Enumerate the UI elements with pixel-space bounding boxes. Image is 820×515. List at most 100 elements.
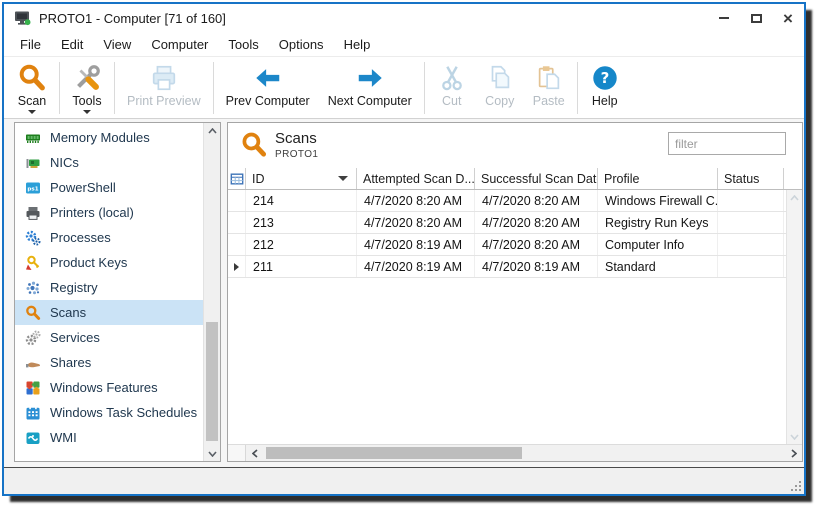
sidebar-item-memory-modules[interactable]: Memory Modules: [15, 125, 203, 150]
toolbar-button-label: Paste: [533, 94, 565, 108]
row-header[interactable]: [228, 234, 246, 255]
column-header-attempted-scan-d-[interactable]: Attempted Scan D...: [357, 168, 475, 189]
minimize-button[interactable]: [708, 4, 740, 32]
sidebar-item-printers-local-[interactable]: Printers (local): [15, 200, 203, 225]
toolbar-separator: [59, 62, 60, 114]
toolbar-separator: [213, 62, 214, 114]
data-grid: ID Attempted Scan D...Successful Scan Dat…: [228, 168, 802, 444]
sidebar-item-wmi[interactable]: WMI: [15, 425, 203, 450]
close-button[interactable]: ×: [772, 4, 804, 32]
sort-desc-icon: [338, 176, 348, 181]
sidebar-item-powershell[interactable]: ps1 PowerShell: [15, 175, 203, 200]
gears-blue-icon: [25, 230, 41, 246]
main-panel: Scans PROTO1 IDAttempted Scan D...Succes…: [227, 122, 803, 462]
cell-id: 214: [246, 190, 357, 211]
cell-status: [718, 212, 784, 233]
resize-grip[interactable]: [790, 480, 801, 491]
menu-bar: FileEditViewComputerToolsOptionsHelp: [4, 32, 804, 56]
cell-profile: Computer Info: [598, 234, 718, 255]
grid-horizontal-scrollbar[interactable]: [228, 444, 802, 461]
cell-successful-scan-date: 4/7/2020 8:20 AM: [475, 212, 598, 233]
cell-status: [718, 190, 784, 211]
sidebar-item-product-keys[interactable]: Product Keys: [15, 250, 203, 275]
svg-text:ps1: ps1: [27, 186, 38, 192]
sidebar-list: Memory Modules NICs ps1 PowerShell Printers …: [15, 123, 203, 461]
sidebar-item-shares[interactable]: Shares: [15, 350, 203, 375]
menu-help[interactable]: Help: [334, 34, 381, 55]
scissors-icon: [437, 62, 467, 94]
table-row[interactable]: 2114/7/2020 8:19 AM4/7/2020 8:19 AMStand…: [228, 256, 802, 278]
tools-button[interactable]: Tools: [63, 59, 111, 117]
sidebar-item-nics[interactable]: NICs: [15, 150, 203, 175]
powershell-icon: ps1: [25, 180, 41, 196]
toolbar-separator: [114, 62, 115, 114]
dropdown-caret-icon: [28, 110, 36, 114]
table-row[interactable]: 2134/7/2020 8:20 AM4/7/2020 8:20 AMRegis…: [228, 212, 802, 234]
prev-computer-button[interactable]: Prev Computer: [217, 59, 319, 117]
next-computer-button[interactable]: Next Computer: [319, 59, 421, 117]
column-header-id[interactable]: ID: [246, 168, 357, 189]
menu-file[interactable]: File: [10, 34, 51, 55]
scroll-up-icon[interactable]: [787, 190, 802, 205]
filter-input[interactable]: [668, 132, 786, 155]
sidebar-item-label: PowerShell: [50, 180, 116, 195]
table-row[interactable]: 2144/7/2020 8:20 AM4/7/2020 8:20 AMWindo…: [228, 190, 802, 212]
grid-vertical-scrollbar[interactable]: [786, 190, 802, 444]
menu-view[interactable]: View: [93, 34, 141, 55]
sidebar-item-label: NICs: [50, 155, 79, 170]
help-button[interactable]: ?Help: [581, 59, 629, 117]
sidebar-item-registry[interactable]: Registry: [15, 275, 203, 300]
sidebar-item-windows-task-schedules[interactable]: Windows Task Schedules: [15, 400, 203, 425]
scroll-right-icon[interactable]: [785, 445, 802, 461]
cell-successful-scan-date: 4/7/2020 8:19 AM: [475, 256, 598, 277]
calendar-icon: [25, 405, 41, 421]
row-header[interactable]: [228, 212, 246, 233]
cell-id: 212: [246, 234, 357, 255]
menu-edit[interactable]: Edit: [51, 34, 93, 55]
sidebar-item-services[interactable]: Services: [15, 325, 203, 350]
sidebar-item-label: WMI: [50, 430, 77, 445]
sidebar-item-processes[interactable]: Processes: [15, 225, 203, 250]
scroll-down-icon[interactable]: [787, 429, 802, 444]
sidebar-item-label: Shares: [50, 355, 91, 370]
toolbar-button-label: Scan: [18, 94, 47, 108]
cell-status: [718, 234, 784, 255]
cut-button[interactable]: Cut: [428, 59, 476, 117]
paste-button[interactable]: Paste: [524, 59, 574, 117]
sidebar-item-windows-features[interactable]: Windows Features: [15, 375, 203, 400]
scroll-up-icon[interactable]: [204, 123, 220, 138]
sidebar-scrollbar[interactable]: [203, 123, 220, 461]
toolbar: Scan ToolsPrint PreviewPrev ComputerNext …: [4, 56, 804, 119]
table-row[interactable]: 2124/7/2020 8:19 AM4/7/2020 8:20 AMCompu…: [228, 234, 802, 256]
sidebar-item-scans[interactable]: Scans: [15, 300, 203, 325]
registry-icon: [25, 280, 41, 296]
print-preview-button[interactable]: Print Preview: [118, 59, 210, 117]
row-header[interactable]: [228, 256, 246, 277]
scroll-down-icon[interactable]: [204, 446, 220, 461]
copy-button[interactable]: Copy: [476, 59, 524, 117]
cell-successful-scan-date: 4/7/2020 8:20 AM: [475, 234, 598, 255]
sidebar-scrollbar-thumb[interactable]: [206, 322, 218, 440]
menu-tools[interactable]: Tools: [218, 34, 268, 55]
menu-options[interactable]: Options: [269, 34, 334, 55]
sidebar-item-label: Processes: [50, 230, 111, 245]
select-all-button[interactable]: [228, 168, 246, 189]
row-header[interactable]: [228, 190, 246, 211]
column-header-successful-scan-date[interactable]: Successful Scan Date: [475, 168, 598, 189]
puzzle-icon: [25, 380, 41, 396]
column-header-profile[interactable]: Profile: [598, 168, 718, 189]
scrollbar-track[interactable]: [263, 445, 785, 461]
cell-attempted-scan-date: 4/7/2020 8:19 AM: [357, 234, 475, 255]
computer-icon: [14, 10, 31, 26]
column-header-label: ID: [252, 172, 265, 186]
column-header-status[interactable]: Status: [718, 168, 784, 189]
column-header-filler: [784, 168, 802, 189]
scrollbar-thumb[interactable]: [266, 447, 522, 459]
scroll-left-icon[interactable]: [246, 445, 263, 461]
grid-corner-icon: [230, 172, 244, 186]
menu-computer[interactable]: Computer: [141, 34, 218, 55]
column-header-label: Attempted Scan D...: [363, 172, 475, 186]
scan-button[interactable]: Scan: [8, 59, 56, 117]
svg-text:?: ?: [600, 69, 609, 87]
maximize-button[interactable]: [740, 4, 772, 32]
